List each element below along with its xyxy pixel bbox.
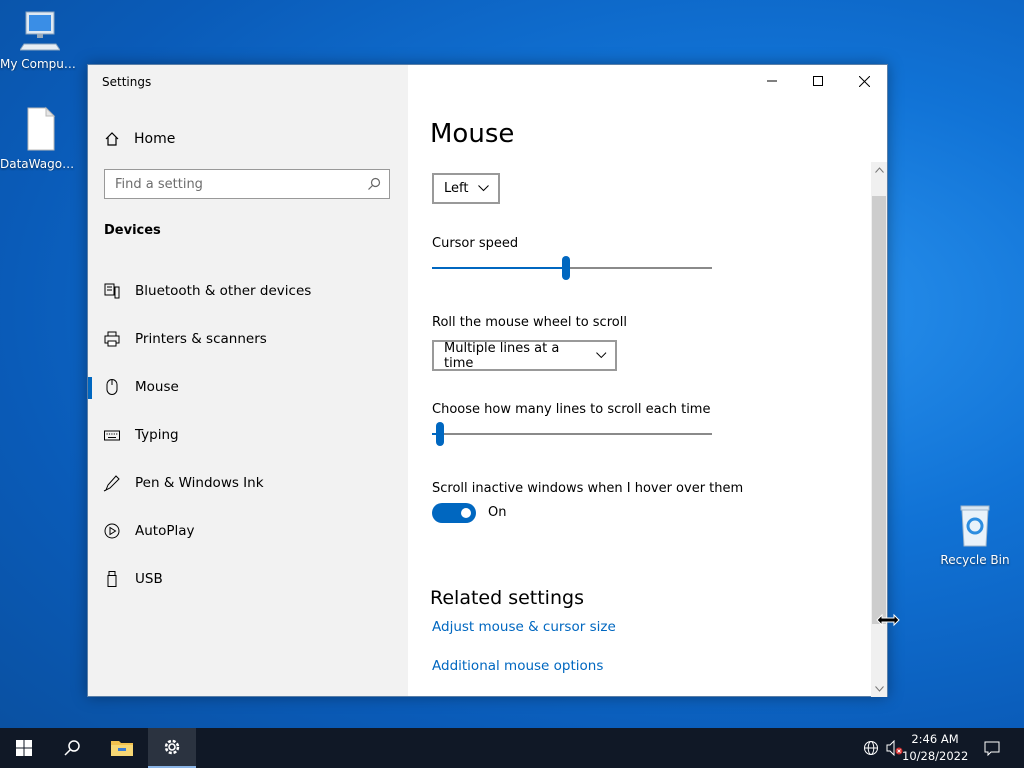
search-input[interactable] — [105, 175, 359, 193]
sidebar-item-label: Typing — [135, 427, 179, 443]
maximize-button[interactable] — [795, 65, 841, 97]
close-icon — [858, 75, 870, 87]
cursor-speed-label: Cursor speed — [432, 236, 519, 251]
sidebar-item-printers[interactable]: Printers & scanners — [88, 319, 408, 359]
toggle-knob — [461, 508, 471, 518]
toggle-state-label: On — [488, 505, 507, 520]
notifications-button[interactable] — [978, 728, 1006, 768]
folder-icon — [111, 741, 133, 756]
search-icon — [359, 177, 389, 191]
clock-time: 2:46 AM — [911, 732, 959, 746]
sidebar-item-label: AutoPlay — [135, 523, 195, 539]
usb-icon — [103, 570, 133, 588]
settings-scroll-area: Left Cursor speed Roll the mouse wheel t… — [408, 162, 872, 694]
sidebar-item-mouse[interactable]: Mouse — [88, 367, 408, 407]
sidebar-item-label: Mouse — [135, 379, 179, 395]
desktop-icon-label: My Computer — [0, 57, 80, 71]
additional-mouse-options-link[interactable]: Additional mouse options — [432, 658, 603, 674]
inactive-scroll-label: Scroll inactive windows when I hover ove… — [432, 481, 744, 496]
adjust-cursor-size-link[interactable]: Adjust mouse & cursor size — [432, 619, 616, 635]
mouse-icon — [103, 378, 133, 396]
scroll-mode-label: Roll the mouse wheel to scroll — [432, 315, 627, 330]
clock[interactable]: 2:46 AM 10/28/2022 — [902, 731, 968, 765]
desktop-icon-datawagon[interactable]: DataWagon... — [0, 106, 80, 171]
dropdown-value: Multiple lines at a time — [444, 340, 560, 371]
network-tray-button[interactable] — [860, 728, 882, 768]
sidebar-item-usb[interactable]: USB — [88, 559, 408, 599]
scrollbar-thumb[interactable] — [872, 196, 886, 624]
maximize-icon — [813, 76, 823, 86]
pen-icon — [103, 474, 133, 492]
notification-icon — [984, 741, 1000, 756]
file-explorer-button[interactable] — [98, 728, 146, 768]
sidebar-item-autoplay[interactable]: AutoPlay — [88, 511, 408, 551]
slider-track — [432, 433, 712, 435]
bluetooth-devices-icon — [103, 282, 133, 300]
search-icon — [64, 740, 80, 756]
search-box[interactable] — [104, 169, 390, 199]
scroll-lines-label: Choose how many lines to scroll each tim… — [432, 402, 711, 417]
desktop-icon-my-computer[interactable]: My Computer — [0, 8, 80, 71]
desktop-icon-recycle-bin[interactable]: Recycle Bin — [935, 502, 1015, 567]
chevron-down-icon — [478, 185, 490, 192]
desktop-icon-label: DataWagon... — [0, 157, 80, 171]
start-button[interactable] — [0, 728, 48, 768]
search-button[interactable] — [48, 728, 96, 768]
content-pane: Mouse Left Cursor speed Roll the mouse w… — [408, 65, 887, 697]
dropdown-value: Left — [444, 181, 469, 196]
recycle-bin-icon — [960, 505, 990, 547]
taskbar: 2:46 AM 10/28/2022 — [0, 728, 1024, 768]
computer-icon — [19, 11, 61, 51]
sidebar-item-label: Bluetooth & other devices — [135, 283, 312, 299]
clock-date: 10/28/2022 — [902, 749, 969, 763]
sidebar-item-typing[interactable]: Typing — [88, 415, 408, 455]
slider-fill — [432, 267, 566, 269]
sidebar-item-label: USB — [135, 571, 163, 587]
minimize-icon — [767, 80, 777, 82]
sidebar-item-label: Printers & scanners — [135, 331, 267, 347]
scroll-down-icon[interactable] — [871, 681, 887, 697]
scroll-mode-dropdown[interactable]: Multiple lines at a time — [432, 340, 617, 371]
file-icon — [27, 106, 56, 151]
scroll-up-icon[interactable] — [871, 162, 887, 178]
sidebar-item-label: Pen & Windows Ink — [135, 475, 264, 491]
home-icon — [105, 132, 119, 146]
minimize-button[interactable] — [749, 65, 795, 97]
sidebar-item-pen[interactable]: Pen & Windows Ink — [88, 463, 408, 503]
desktop-icon-label: Recycle Bin — [940, 553, 1010, 567]
close-button[interactable] — [841, 65, 887, 97]
window-title: Settings — [102, 75, 152, 89]
resize-cursor-icon — [876, 613, 900, 627]
cursor-speed-slider[interactable] — [432, 256, 712, 280]
section-title: Devices — [104, 223, 161, 238]
chevron-down-icon — [596, 352, 607, 359]
windows-logo-icon — [16, 740, 32, 756]
scroll-lines-slider[interactable] — [432, 422, 712, 446]
page-title: Mouse — [430, 119, 515, 149]
settings-window: Settings Home Devices Bluetooth & other … — [87, 64, 888, 697]
slider-thumb[interactable] — [436, 422, 444, 446]
autoplay-icon — [103, 522, 133, 540]
primary-button-dropdown[interactable]: Left — [432, 173, 500, 204]
keyboard-icon — [103, 426, 133, 444]
home-nav-item[interactable]: Home — [104, 127, 175, 151]
inactive-scroll-toggle[interactable] — [432, 503, 476, 523]
printer-icon — [103, 330, 133, 348]
gear-icon — [164, 739, 180, 755]
sidebar-item-bluetooth[interactable]: Bluetooth & other devices — [88, 271, 408, 311]
home-label: Home — [134, 131, 176, 147]
settings-taskbar-button[interactable] — [148, 728, 196, 768]
slider-thumb[interactable] — [562, 256, 570, 280]
sidebar: Settings Home Devices Bluetooth & other … — [88, 65, 408, 696]
related-settings-title: Related settings — [430, 587, 584, 609]
globe-icon — [864, 741, 878, 755]
